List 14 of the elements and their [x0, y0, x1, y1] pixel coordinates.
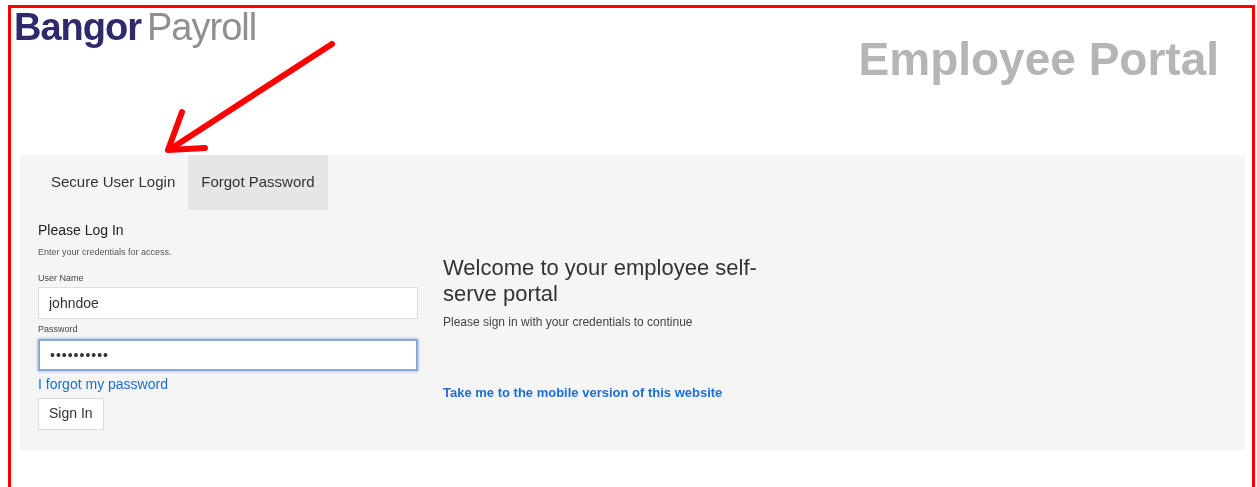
forgot-password-link[interactable]: I forgot my password — [38, 373, 418, 395]
field-label: Password — [38, 323, 79, 336]
welcome-subtitle: Please sign in with your credentials to continue — [443, 314, 694, 331]
field-label: User Name — [38, 271, 85, 285]
logo-brand: Bangor — [14, 8, 141, 46]
mobile-version-link[interactable]: Take me to the mobile version of this website — [443, 383, 823, 403]
logo-product: Payroll — [147, 8, 257, 46]
password-field[interactable]: •••••••••• — [38, 338, 418, 371]
login-hint: Enter your credentials for access. — [38, 246, 173, 259]
sign-in-button[interactable]: Sign In — [38, 397, 104, 430]
welcome-title: Welcome to your employee self-serve portal — [443, 255, 758, 307]
tab[interactable]: Forgot Password — [188, 155, 328, 210]
login-heading: Please Log In — [38, 221, 125, 240]
username-field[interactable]: johndoe — [38, 287, 418, 319]
